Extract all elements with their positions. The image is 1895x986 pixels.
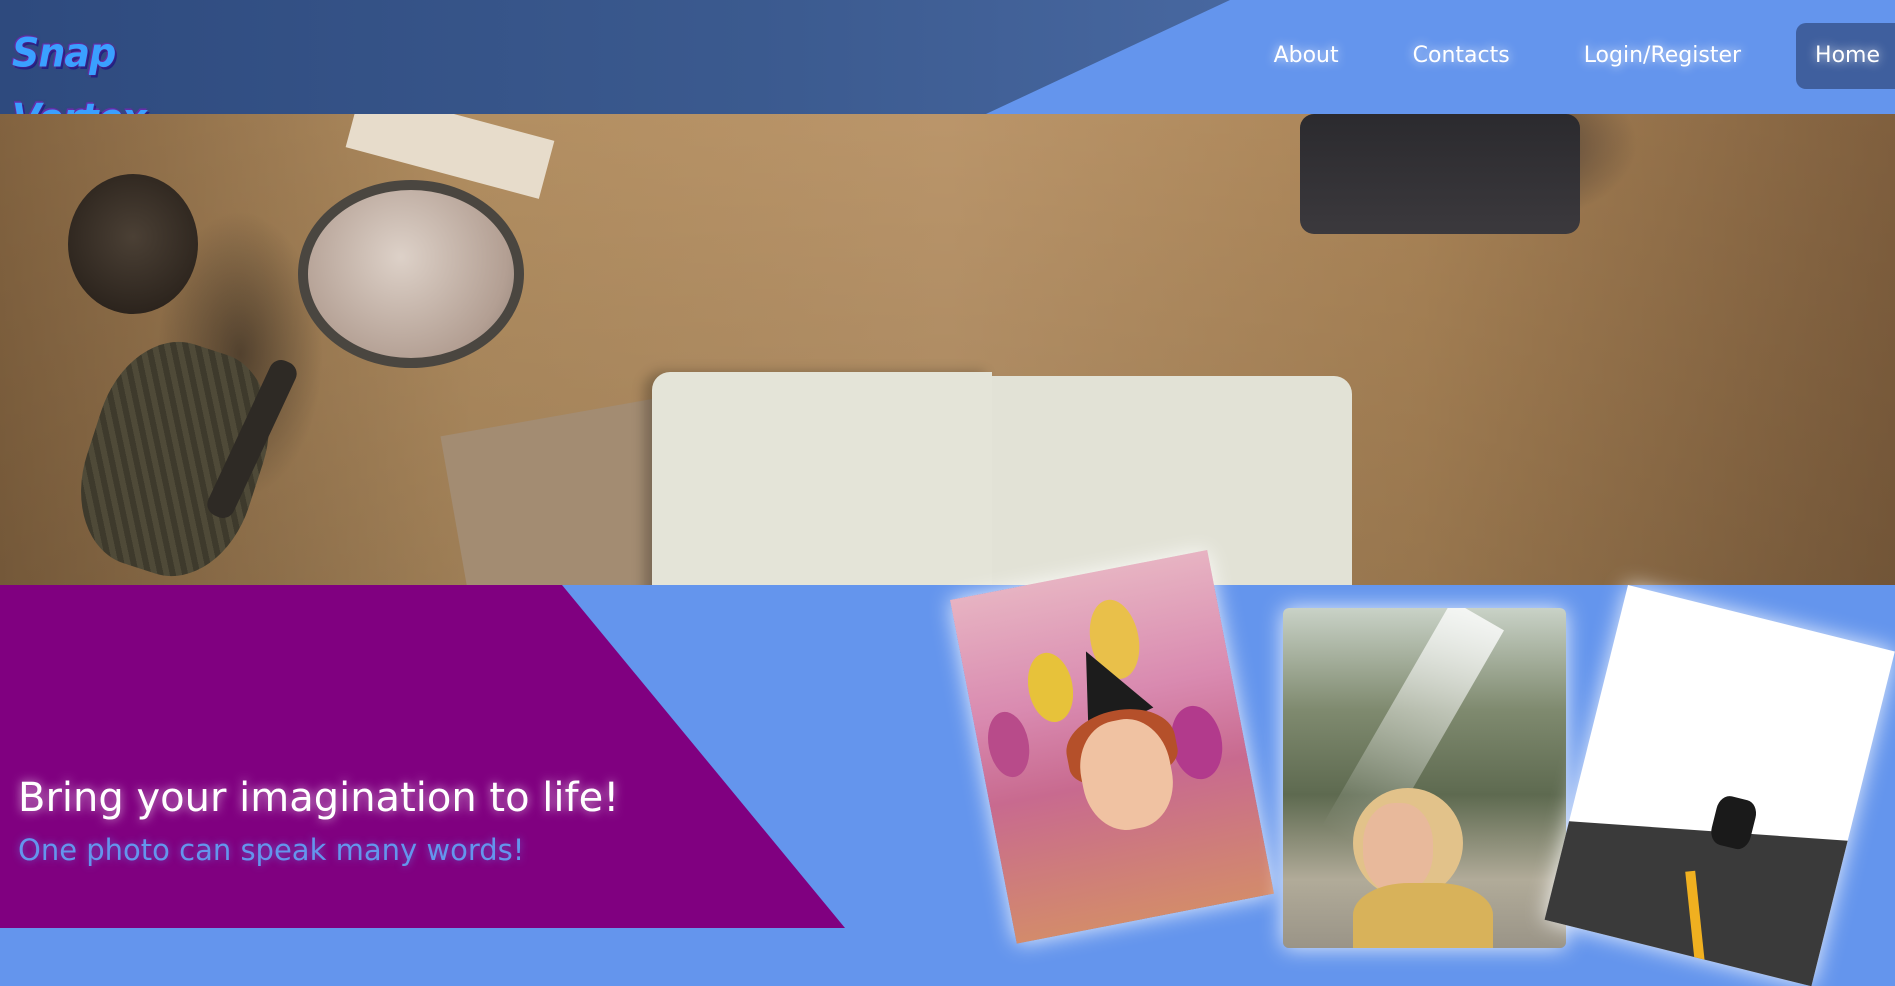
road-shape [1544, 817, 1877, 986]
site-header: Snap Vortex About Contacts Login/Registe… [0, 0, 1895, 114]
tagline-heading: Bring your imagination to life! [18, 775, 620, 821]
ink-pot [68, 174, 198, 314]
hero-banner-image [0, 114, 1895, 585]
shirt-shape [1353, 883, 1493, 948]
main-nav: About Contacts Login/Register Home [1237, 23, 1895, 89]
site-logo[interactable]: Snap Vortex [12, 20, 208, 114]
magnifier-glass [298, 180, 524, 368]
notebook-left-page [652, 372, 992, 585]
camera-photo [1300, 114, 1580, 234]
nav-about[interactable]: About [1237, 23, 1376, 89]
subtagline-text: One photo can speak many words! [18, 833, 525, 867]
nav-contacts[interactable]: Contacts [1376, 23, 1547, 89]
face-shape [1363, 803, 1433, 893]
notebook-right-page [992, 376, 1352, 585]
nav-login-register[interactable]: Login/Register [1547, 23, 1778, 89]
purple-wedge-panel [0, 585, 845, 928]
nav-home[interactable]: Home [1796, 23, 1895, 89]
gallery-photo-forest[interactable] [1283, 608, 1566, 948]
balloon-shape [982, 708, 1035, 781]
